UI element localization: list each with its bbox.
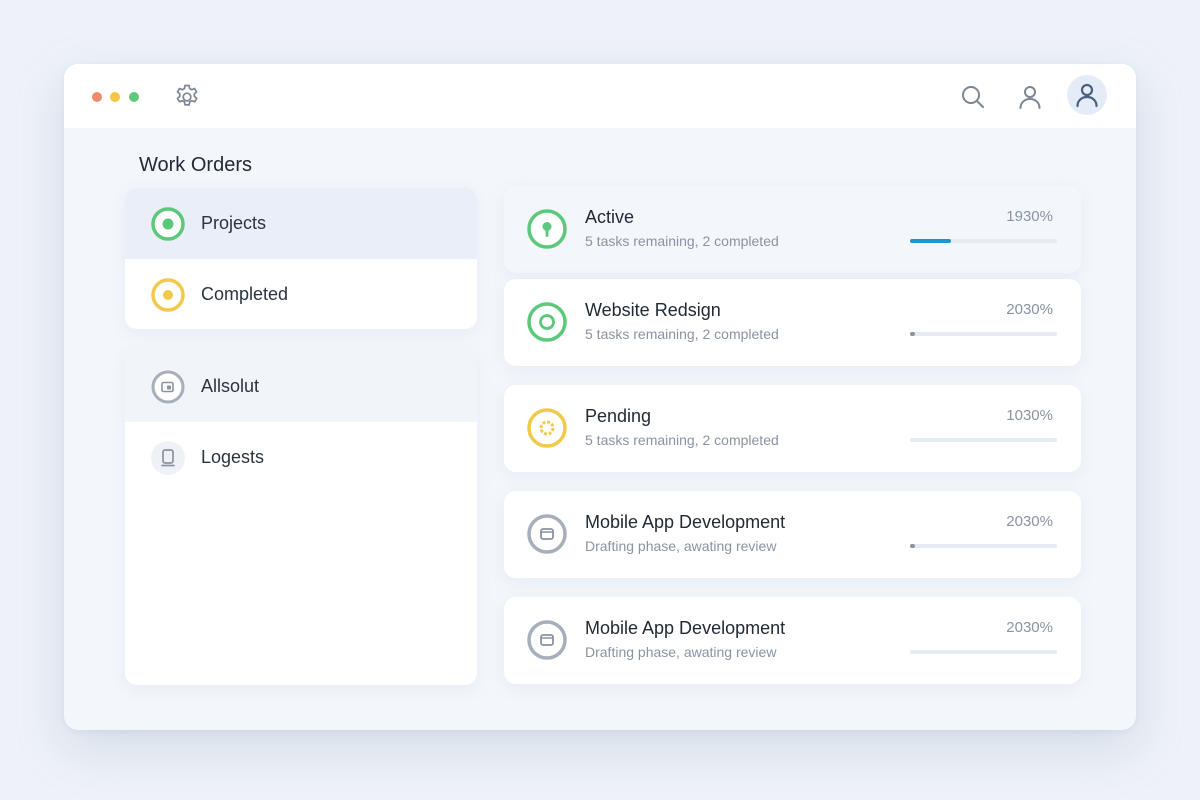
progress-fill xyxy=(910,332,915,336)
app-window: Work Orders Projects Completed Allsolut … xyxy=(64,64,1136,730)
order-percent: 1930% xyxy=(1006,208,1053,225)
sidebar-item-label: Completed xyxy=(201,284,289,304)
order-description: Drafting phase, awating review xyxy=(585,644,777,660)
sidebar-item-label: Projects xyxy=(201,213,267,233)
progress-track xyxy=(910,239,1057,243)
order-percent: 2030% xyxy=(1006,513,1053,530)
ring-green-icon xyxy=(526,301,568,343)
folder-ring-gray-icon xyxy=(526,619,568,661)
order-percent: 2030% xyxy=(1006,619,1053,636)
folder-badge-gray-icon xyxy=(150,369,186,405)
progress-fill xyxy=(910,544,915,548)
gear-icon[interactable] xyxy=(172,82,202,112)
minimize-window-dot[interactable] xyxy=(110,92,120,102)
progress-fill xyxy=(910,239,952,243)
maximize-window-dot[interactable] xyxy=(129,92,139,102)
title-bar xyxy=(64,64,1136,128)
order-description: 5 tasks remaining, 2 completed xyxy=(585,326,779,342)
order-description: Drafting phase, awating review xyxy=(585,538,777,554)
search-icon[interactable] xyxy=(958,82,988,112)
sidebar-group-primary: Projects Completed xyxy=(125,188,477,329)
gear-ring-yellow-icon xyxy=(526,407,568,449)
folder-ring-gray-icon xyxy=(526,513,568,555)
order-percent: 2030% xyxy=(1006,301,1053,318)
sidebar-item-label: Logests xyxy=(201,447,265,467)
progress-track xyxy=(910,438,1057,442)
order-name: Active xyxy=(585,207,635,227)
status-ring-yellow-icon xyxy=(150,277,186,313)
order-description: 5 tasks remaining, 2 completed xyxy=(585,432,779,448)
order-percent: 1030% xyxy=(1006,407,1053,424)
order-name: Mobile App Development xyxy=(585,512,786,532)
order-name: Pending xyxy=(585,406,652,426)
pin-ring-green-icon xyxy=(526,208,568,250)
status-ring-green-icon xyxy=(150,206,186,242)
avatar-user-icon[interactable] xyxy=(1067,75,1107,115)
order-card-mobile-app-1[interactable]: Mobile App Development Drafting phase, a… xyxy=(504,491,1081,578)
order-name: Website Redsign xyxy=(585,300,721,320)
sidebar-group-secondary: Allsolut Logests xyxy=(125,351,477,685)
order-card-active[interactable]: Active 5 tasks remaining, 2 completed 19… xyxy=(504,186,1081,273)
order-name: Mobile App Development xyxy=(585,618,786,638)
sidebar-item-completed[interactable]: Completed xyxy=(125,259,477,329)
sidebar-item-allsolut[interactable]: Allsolut xyxy=(125,351,477,422)
order-description: 5 tasks remaining, 2 completed xyxy=(585,233,779,249)
progress-track xyxy=(910,650,1057,654)
sidebar-item-label: Allsolut xyxy=(201,376,260,396)
progress-track xyxy=(910,544,1057,548)
sidebar-item-projects[interactable]: Projects xyxy=(125,188,477,259)
order-card-pending[interactable]: Pending 5 tasks remaining, 2 completed 1… xyxy=(504,385,1081,472)
document-icon xyxy=(150,440,186,476)
section-title: Work Orders xyxy=(139,154,252,176)
close-window-dot[interactable] xyxy=(92,92,102,102)
order-card-website-redesign[interactable]: Website Redsign 5 tasks remaining, 2 com… xyxy=(504,279,1081,366)
order-card-mobile-app-2[interactable]: Mobile App Development Drafting phase, a… xyxy=(504,597,1081,684)
user-icon[interactable] xyxy=(1015,82,1045,112)
sidebar-item-logests[interactable]: Logests xyxy=(125,422,477,493)
progress-track xyxy=(910,332,1057,336)
